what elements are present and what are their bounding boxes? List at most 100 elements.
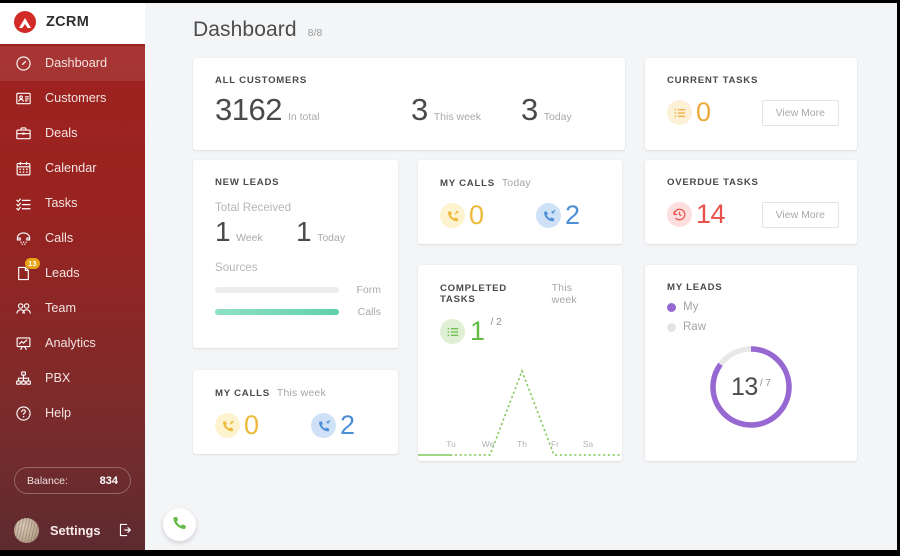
sidebar-item-settings[interactable]: Settings — [0, 508, 145, 552]
contact-card-icon — [14, 90, 32, 108]
sidebar-item-label: Calls — [45, 231, 74, 246]
kpi: 14 — [667, 199, 726, 230]
sidebar-item-label: Leads — [45, 266, 80, 281]
settings-label: Settings — [50, 522, 101, 538]
sidebar-item-calendar[interactable]: Calendar — [0, 151, 145, 186]
sidebar-item-label: Calendar — [45, 161, 97, 176]
metric-value: 1 — [215, 216, 231, 247]
metric-value: 3162 — [215, 92, 282, 127]
telephone-icon — [14, 230, 32, 248]
donut-wrapper: 13 / 7 — [667, 343, 835, 431]
sidebar-item-label: Help — [45, 406, 72, 421]
zcrm-logo-icon — [14, 11, 36, 33]
card-header: My Calls This week — [215, 387, 378, 399]
kpi-outgoing: 0 — [440, 200, 536, 231]
metric-in-total: 3162 In total — [215, 92, 411, 128]
metric-value: 3 — [411, 92, 428, 127]
card-title: Overdue Tasks — [667, 177, 759, 188]
metric-label: This week — [433, 111, 482, 123]
line-chart-svg: Tu We Th Fr Sa — [418, 368, 622, 456]
sidebar-item-leads[interactable]: 13 Leads — [0, 256, 145, 291]
briefcase-icon — [14, 125, 32, 143]
task-list-icon — [667, 100, 692, 125]
presentation-chart-icon — [14, 335, 32, 353]
kpi-value: 0 — [696, 97, 711, 127]
metric-label: Today — [543, 111, 572, 123]
current-tasks-kpi: 0 View More — [667, 97, 839, 128]
kpi-value: 0 — [469, 200, 484, 230]
donut-value: 13 — [731, 373, 758, 401]
card-title: My Calls — [440, 178, 495, 189]
calls-kpis: 0 2 — [215, 410, 378, 441]
task-list-icon — [440, 319, 465, 344]
sidebar-item-label: Team — [45, 301, 77, 316]
window-edge-top — [0, 0, 900, 3]
balance-label: Balance: — [27, 474, 68, 487]
page-title: Dashboard — [193, 18, 297, 41]
balance-value: 834 — [99, 474, 118, 487]
kpi-value: 1 — [470, 316, 485, 346]
card-title: Completed Tasks — [440, 283, 507, 305]
metric-today: 1 Today — [296, 216, 345, 248]
sidebar-item-help[interactable]: Help — [0, 396, 145, 431]
card-my-leads: My Leads My Raw 13 — [645, 265, 857, 461]
sidebar-item-tasks[interactable]: Tasks — [0, 186, 145, 221]
card-my-calls-week: My Calls This week 0 — [193, 370, 398, 454]
phone-call-icon — [171, 514, 188, 536]
legend-label: Raw — [683, 321, 707, 333]
sidebar-item-team[interactable]: Team — [0, 291, 145, 326]
user-avatar — [14, 517, 39, 543]
sidebar-item-customers[interactable]: Customers — [0, 81, 145, 116]
page-count: 8/8 — [307, 27, 323, 39]
call-incoming-icon — [311, 413, 336, 438]
call-fab-button[interactable] — [163, 508, 196, 541]
card-new-leads: New Leads Total Received 1 Week 1 Today … — [193, 160, 398, 348]
kpi-outgoing: 0 — [215, 410, 311, 441]
card-overdue-tasks: Overdue Tasks 14 View More — [645, 160, 857, 244]
window-edge-bottom — [0, 550, 900, 556]
card-title: My Calls — [215, 388, 270, 399]
metric-value: 1 — [296, 216, 312, 247]
legend-item-my: My — [667, 301, 835, 313]
view-more-button[interactable]: View More — [761, 201, 839, 228]
sidebar-item-calls[interactable]: Calls — [0, 221, 145, 256]
logout-icon[interactable] — [117, 522, 133, 538]
donut-center-label: 13 / 7 — [707, 343, 795, 431]
call-incoming-icon — [536, 203, 561, 228]
kpi-value: 2 — [565, 200, 580, 230]
calls-kpis: 0 2 — [440, 200, 602, 231]
sidebar-item-label: Tasks — [45, 196, 78, 211]
kpi: 0 — [667, 97, 711, 128]
sidebar-item-pbx[interactable]: PBX — [0, 361, 145, 396]
source-bar — [215, 309, 339, 315]
card-title: All Customers — [215, 75, 308, 86]
gauge-icon — [14, 55, 32, 73]
brand-name: ZCRM — [46, 14, 90, 30]
overdue-kpi: 14 View More — [667, 199, 839, 230]
sidebar-item-label: Deals — [45, 126, 78, 141]
source-label: Calls — [357, 306, 381, 318]
metric-week: 1 Week — [215, 216, 296, 248]
metric-label: Week — [236, 232, 263, 244]
card-header: My Calls Today — [440, 177, 602, 189]
sidebar-item-dashboard[interactable]: Dashboard — [0, 46, 145, 81]
completed-kpi: 1 / 2 — [418, 316, 622, 347]
leads-badge: 13 — [24, 257, 40, 270]
leads-donut-chart: 13 / 7 — [707, 343, 795, 431]
donut-denominator: / 7 — [759, 378, 771, 389]
main-content: Dashboard 8/8 All Customers 3162 In tota… — [145, 0, 900, 556]
view-more-button[interactable]: View More — [761, 99, 839, 126]
kpi-incoming: 2 — [536, 200, 580, 231]
call-outgoing-icon — [440, 203, 465, 228]
sidebar-item-analytics[interactable]: Analytics — [0, 326, 145, 361]
card-period: Today — [501, 177, 531, 189]
total-received-label: Total Received — [215, 201, 292, 214]
x-tick-tu: Tu — [446, 439, 456, 449]
legend-dot — [667, 322, 676, 332]
calendar-icon — [14, 160, 32, 178]
sidebar-item-deals[interactable]: Deals — [0, 116, 145, 151]
card-title: Current Tasks — [667, 75, 759, 86]
metric-value: 3 — [521, 92, 538, 127]
card-my-calls-today: My Calls Today 0 — [418, 160, 622, 244]
